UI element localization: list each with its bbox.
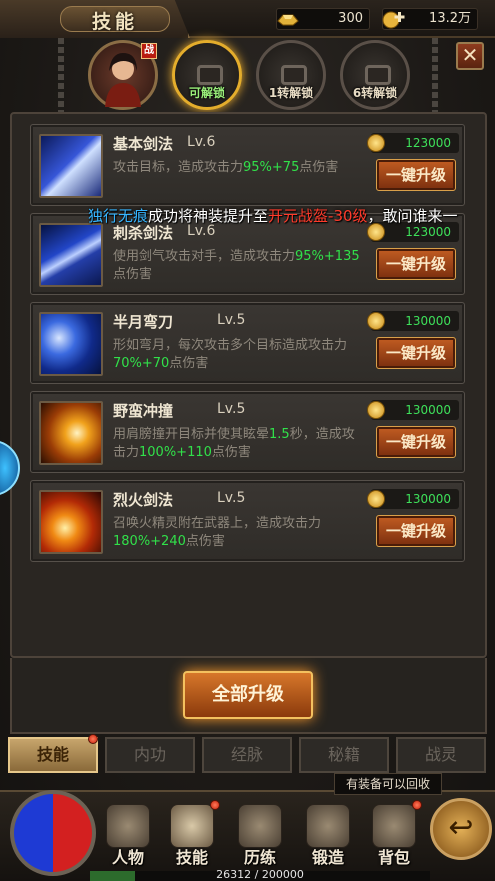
slot-label: 6转解锁	[352, 86, 398, 100]
top-bar: 技能 300 13.2万	[0, 0, 495, 38]
back-arrow-icon: ↩	[448, 810, 474, 845]
slot-label: 可解锁	[188, 86, 225, 100]
sword-skill-icon	[39, 134, 103, 198]
tab-secret-books[interactable]: 秘籍	[299, 737, 389, 773]
upgrade-button[interactable]: 一键升级	[376, 337, 456, 369]
exp-text: 26312 / 200000	[216, 868, 304, 881]
gold-counter: 13.2万	[382, 8, 478, 30]
upgrade-button[interactable]: 一键升级	[376, 248, 456, 280]
skill-level: Lv.5	[217, 490, 246, 506]
upgrade-button[interactable]: 一键升级	[376, 159, 456, 191]
upgrade-cost: 130000	[367, 489, 459, 509]
tab-inner-power[interactable]: 内功	[105, 737, 195, 773]
helmet-icon	[106, 804, 150, 848]
tab-skills[interactable]: 技能	[8, 737, 98, 773]
skill-card: 半月弯刀 Lv.5 形如弯月，每次攻击多个目标造成攻击力70%+70点伤害 13…	[30, 302, 465, 384]
broadcast-player[interactable]: 独行无痕	[88, 207, 148, 225]
nav-character[interactable]: 人物	[98, 800, 158, 870]
lock-icon	[281, 65, 307, 85]
exp-bar: 26312 / 200000	[90, 868, 430, 881]
anvil-icon	[306, 804, 350, 848]
skill-description: 召唤火精灵附在武器上，造成攻击力180%+240点伤害	[113, 516, 322, 549]
nav-skills[interactable]: 技能	[162, 800, 222, 870]
tab-meridians[interactable]: 经脉	[202, 737, 292, 773]
lock-icon	[365, 65, 391, 85]
notification-dot	[412, 800, 422, 810]
skill-book-icon	[170, 804, 214, 848]
notification-dot	[210, 800, 220, 810]
nav-bag[interactable]: 背包	[364, 800, 424, 870]
upgrade-cost: 130000	[367, 311, 459, 331]
lock-icon	[197, 65, 223, 85]
thrust-skill-icon	[39, 223, 103, 287]
ingot-counter: 300	[276, 8, 370, 30]
nav-training[interactable]: 历练	[230, 800, 290, 870]
back-button[interactable]: ↩	[430, 798, 492, 860]
gold-plus-icon	[382, 11, 405, 29]
chain-decoration	[58, 38, 64, 112]
skill-card: 基本剑法 Lv.6 攻击目标，造成攻击力95%+75点伤害 123000 一键升…	[30, 124, 465, 206]
skill-level: Lv.5	[217, 401, 246, 417]
crescent-blade-icon	[39, 312, 103, 376]
skill-level: Lv.6	[187, 134, 216, 150]
war-badge: 战	[141, 43, 157, 59]
gold-value: 13.2万	[429, 11, 471, 26]
hero-avatar[interactable]: 战	[88, 40, 158, 110]
chain-decoration	[432, 38, 438, 112]
skill-name: 半月弯刀	[113, 313, 174, 331]
skill-name: 基本剑法	[113, 135, 174, 153]
notification-dot	[88, 734, 98, 744]
training-icon	[238, 804, 282, 848]
upgrade-button[interactable]: 一键升级	[376, 515, 456, 547]
skill-name: 烈火剑法	[113, 491, 174, 509]
bag-icon	[372, 804, 416, 848]
upgrade-button[interactable]: 一键升级	[376, 426, 456, 458]
nav-forge[interactable]: 锻造	[298, 800, 358, 870]
close-icon: ✕	[461, 43, 479, 67]
gold-coin-icon	[367, 401, 385, 419]
hp-mp-orb	[10, 790, 96, 876]
ingot-value: 300	[338, 11, 363, 26]
game-screen: 技能 300 13.2万 ✕ 战 可解锁 1转解锁 6转解锁 基本剑法 Lv.6…	[0, 0, 495, 881]
upgrade-all-button[interactable]: 全部升级	[183, 671, 313, 719]
recycle-tooltip: 有装备可以回收	[334, 773, 442, 795]
skill-card: 烈火剑法 Lv.5 召唤火精灵附在武器上，造成攻击力180%+240点伤害 13…	[30, 480, 465, 562]
skill-description: 使用剑气攻击对手，造成攻击力95%+135点伤害	[113, 249, 360, 282]
upgrade-cost: 130000	[367, 400, 459, 420]
skill-description: 攻击目标，造成攻击力95%+75点伤害	[113, 160, 339, 175]
skill-card: 野蛮冲撞 Lv.5 用肩膀撞开目标并使其眩晕1.5秒，造成攻击力100%+110…	[30, 391, 465, 473]
skill-level: Lv.5	[217, 312, 246, 328]
page-title: 技能	[60, 6, 170, 33]
gold-coin-icon	[367, 134, 385, 152]
charge-skill-icon	[39, 401, 103, 465]
slot-label: 1转解锁	[268, 86, 314, 100]
skill-description: 形如弯月，每次攻击多个目标造成攻击力70%+70点伤害	[113, 338, 348, 371]
gold-coin-icon	[367, 490, 385, 508]
skill-description: 用肩膀撞开目标并使其眩晕1.5秒，造成攻击力100%+110点伤害	[113, 427, 355, 460]
gold-coin-icon	[367, 312, 385, 330]
skill-name: 野蛮冲撞	[113, 402, 174, 420]
broadcast-message: 独行无痕成功将神装提升至开元战盔-30级，敢问谁来一	[88, 207, 458, 225]
upgrade-cost: 123000	[367, 133, 459, 153]
fire-sword-icon	[39, 490, 103, 554]
close-button[interactable]: ✕	[456, 42, 484, 70]
tab-war-spirit[interactable]: 战灵	[396, 737, 486, 773]
gold-ingot-icon	[277, 14, 299, 26]
